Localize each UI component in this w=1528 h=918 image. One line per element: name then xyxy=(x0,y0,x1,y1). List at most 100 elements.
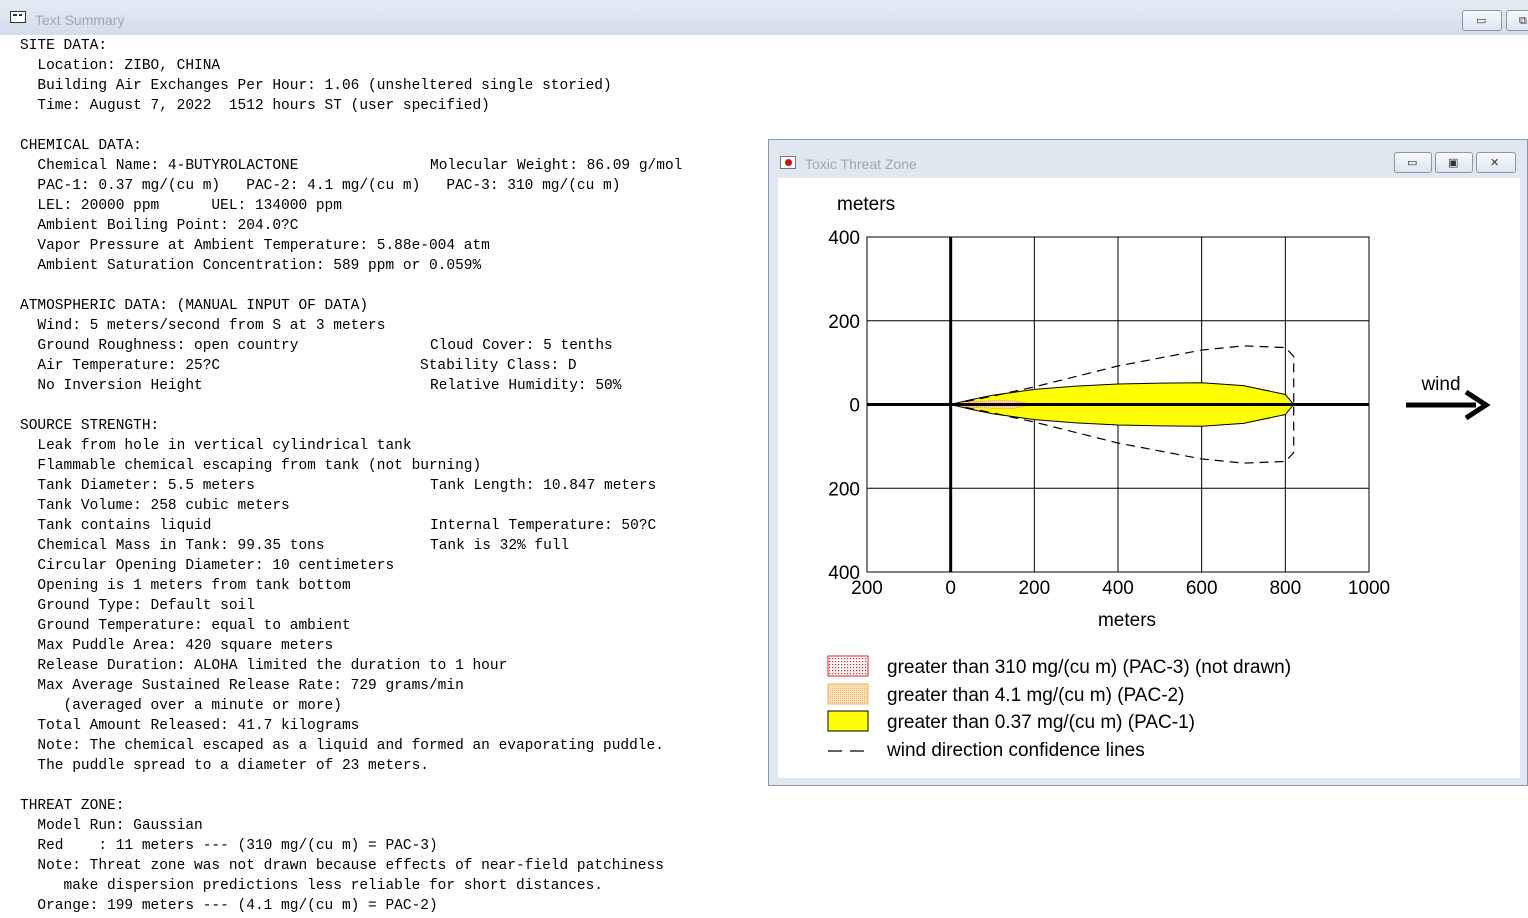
summary-line-column2: Tank Length: 10.847 meters xyxy=(430,478,657,494)
summary-line: Flammable chemical escaping from tank (n… xyxy=(20,456,780,476)
summary-line-column2: Stability Class: D xyxy=(420,358,577,374)
text-summary-titlebar[interactable]: Text Summary ▭ ⧉ xyxy=(0,0,1528,35)
text-summary-body: SITE DATA: Location: ZIBO, CHINA Buildin… xyxy=(20,36,780,916)
section-heading-source: SOURCE STRENGTH: xyxy=(20,416,780,436)
y-tick-label: 400 xyxy=(828,228,860,249)
summary-line: Red : 11 meters --- (310 mg/(cu m) = PAC… xyxy=(20,836,780,856)
legend-label: greater than 310 mg/(cu m) (PAC-3) (not … xyxy=(887,657,1291,678)
summary-line: LEL: 20000 ppm UEL: 134000 ppm xyxy=(20,196,780,216)
summary-line: (averaged over a minute or more) xyxy=(20,696,780,716)
summary-line: Tank Volume: 258 cubic meters xyxy=(20,496,780,516)
summary-line: Air Temperature: 25?C Stability Class: D xyxy=(20,356,780,376)
legend-label: greater than 0.37 mg/(cu m) (PAC-1) xyxy=(887,712,1195,733)
summary-line-text: Tank Volume: 258 cubic meters xyxy=(20,498,290,514)
summary-line: Ground Type: Default soil xyxy=(20,596,780,616)
summary-line-text: Ground Temperature: equal to ambient xyxy=(20,618,351,634)
window-title: Toxic Threat Zone xyxy=(805,156,917,172)
summary-line-text: Red : 11 meters --- (310 mg/(cu m) = PAC… xyxy=(20,838,438,854)
close-button[interactable]: ✕ xyxy=(1476,152,1516,173)
summary-line: Ambient Boiling Point: 204.0?C xyxy=(20,216,780,236)
section-heading-threat: THREAT ZONE: xyxy=(20,796,780,816)
x-tick-label: 800 xyxy=(1269,578,1301,599)
summary-line-text: ATMOSPHERIC DATA: (MANUAL INPUT OF DATA) xyxy=(20,298,369,314)
summary-line-column2: Tank is 32% full xyxy=(430,538,570,554)
summary-line-text: Tank contains liquid xyxy=(20,518,212,534)
summary-line-text: Wind: 5 meters/second from S at 3 meters xyxy=(20,318,386,334)
summary-line: Note: The chemical escaped as a liquid a… xyxy=(20,736,780,756)
summary-line-text: Circular Opening Diameter: 10 centimeter… xyxy=(20,558,395,574)
summary-line-column2: Molecular Weight: 86.09 g/mol xyxy=(430,158,683,174)
summary-line-text: Ground Roughness: open country xyxy=(20,338,299,354)
summary-line-text: Tank Diameter: 5.5 meters xyxy=(20,478,255,494)
minimize-icon: ▭ xyxy=(1476,14,1487,27)
window-title: Text Summary xyxy=(35,12,125,28)
summary-line-text: Max Puddle Area: 420 square meters xyxy=(20,638,334,654)
summary-line-text: LEL: 20000 ppm UEL: 134000 ppm xyxy=(20,198,342,214)
summary-line: Vapor Pressure at Ambient Temperature: 5… xyxy=(20,236,780,256)
summary-line: Max Average Sustained Release Rate: 729 … xyxy=(20,676,780,696)
x-tick-label: 400 xyxy=(1102,578,1134,599)
legend-swatch-pac1 xyxy=(827,710,869,732)
legend-label: wind direction confidence lines xyxy=(886,740,1145,761)
summary-line: Release Duration: ALOHA limited the dura… xyxy=(20,656,780,676)
summary-line-text: Opening is 1 meters from tank bottom xyxy=(20,578,351,594)
summary-line-text: SITE DATA: xyxy=(20,38,108,54)
summary-line-text: THREAT ZONE: xyxy=(20,798,125,814)
summary-line: Ambient Saturation Concentration: 589 pp… xyxy=(20,256,780,276)
summary-line: make dispersion predictions less reliabl… xyxy=(20,876,780,896)
summary-line-text: Building Air Exchanges Per Hour: 1.06 (u… xyxy=(20,78,612,94)
maximize-icon: ▣ xyxy=(1448,156,1459,169)
summary-line: Chemical Mass in Tank: 99.35 tons Tank is… xyxy=(20,536,780,556)
summary-line-text: Model Run: Gaussian xyxy=(20,818,203,834)
restore-icon: ⧉ xyxy=(1519,14,1527,27)
section-heading-chemical: CHEMICAL DATA: xyxy=(20,136,780,156)
wind-label: wind xyxy=(1420,374,1460,395)
minimize-icon: ▭ xyxy=(1407,156,1418,169)
summary-line: Building Air Exchanges Per Hour: 1.06 (u… xyxy=(20,76,780,96)
threat-zone-chart: meters4002000200400200 0 200 400 600 800 1000m… xyxy=(827,194,1491,761)
minimize-button[interactable]: ▭ xyxy=(1462,10,1502,31)
summary-line-text: The puddle spread to a diameter of 23 me… xyxy=(20,758,429,774)
threat-zone-titlebar[interactable]: Toxic Threat Zone ▭ ▣ ✕ xyxy=(769,140,1527,178)
x-axis-label: meters xyxy=(1098,610,1156,631)
legend-label: greater than 4.1 mg/(cu m) (PAC-2) xyxy=(887,685,1184,706)
section-heading-site: SITE DATA: xyxy=(20,36,780,56)
summary-line-column2: Internal Temperature: 50?C xyxy=(430,518,657,534)
summary-line-text: Note: The chemical escaped as a liquid a… xyxy=(20,738,664,754)
summary-line-text: Orange: 199 meters --- (4.1 mg/(cu m) = … xyxy=(20,898,438,914)
x-tick-label: 0 xyxy=(945,578,956,599)
summary-line-text: Chemical Name: 4-BUTYROLACTONE xyxy=(20,158,299,174)
x-tick-label: 1000 xyxy=(1348,578,1390,599)
summary-line: Tank contains liquid Internal Temperature… xyxy=(20,516,780,536)
summary-line-text: Chemical Mass in Tank: 99.35 tons xyxy=(20,538,325,554)
section-heading-atmospheric: ATMOSPHERIC DATA: (MANUAL INPUT OF DATA) xyxy=(20,296,780,316)
summary-line: Total Amount Released: 41.7 kilograms xyxy=(20,716,780,736)
summary-line-text: Note: Threat zone was not drawn because … xyxy=(20,858,664,874)
y-axis-unit-label: meters xyxy=(837,194,895,215)
legend-swatch-pac2 xyxy=(827,683,869,705)
summary-line-text: Flammable chemical escaping from tank (n… xyxy=(20,458,482,474)
x-tick-label: 200 xyxy=(1018,578,1050,599)
summary-line: Circular Opening Diameter: 10 centimeter… xyxy=(20,556,780,576)
minimize-button[interactable]: ▭ xyxy=(1394,152,1432,173)
summary-line-text: Ambient Saturation Concentration: 589 pp… xyxy=(20,258,482,274)
summary-line-text: PAC-1: 0.37 mg/(cu m) PAC-2: 4.1 mg/(cu … xyxy=(20,178,621,194)
maximize-button[interactable]: ▣ xyxy=(1435,152,1473,173)
summary-line: Ground Temperature: equal to ambient xyxy=(20,616,780,636)
close-icon: ✕ xyxy=(1490,156,1500,169)
maximize-button[interactable]: ⧉ xyxy=(1506,10,1528,31)
summary-line-text: No Inversion Height xyxy=(20,378,203,394)
y-tick-label: 200 xyxy=(828,312,860,333)
summary-line: Orange: 199 meters --- (4.1 mg/(cu m) = … xyxy=(20,896,780,916)
summary-line-text: Vapor Pressure at Ambient Temperature: 5… xyxy=(20,238,490,254)
summary-line-text: Max Average Sustained Release Rate: 729 … xyxy=(20,678,464,694)
summary-line-text: make dispersion predictions less reliabl… xyxy=(20,878,604,894)
summary-line: The puddle spread to a diameter of 23 me… xyxy=(20,756,780,776)
summary-line-column2: Cloud Cover: 5 tenths xyxy=(430,338,613,354)
summary-line: Chemical Name: 4-BUTYROLACTONE Molecular … xyxy=(20,156,780,176)
summary-line: Note: Threat zone was not drawn because … xyxy=(20,856,780,876)
summary-line-text: (averaged over a minute or more) xyxy=(20,698,342,714)
